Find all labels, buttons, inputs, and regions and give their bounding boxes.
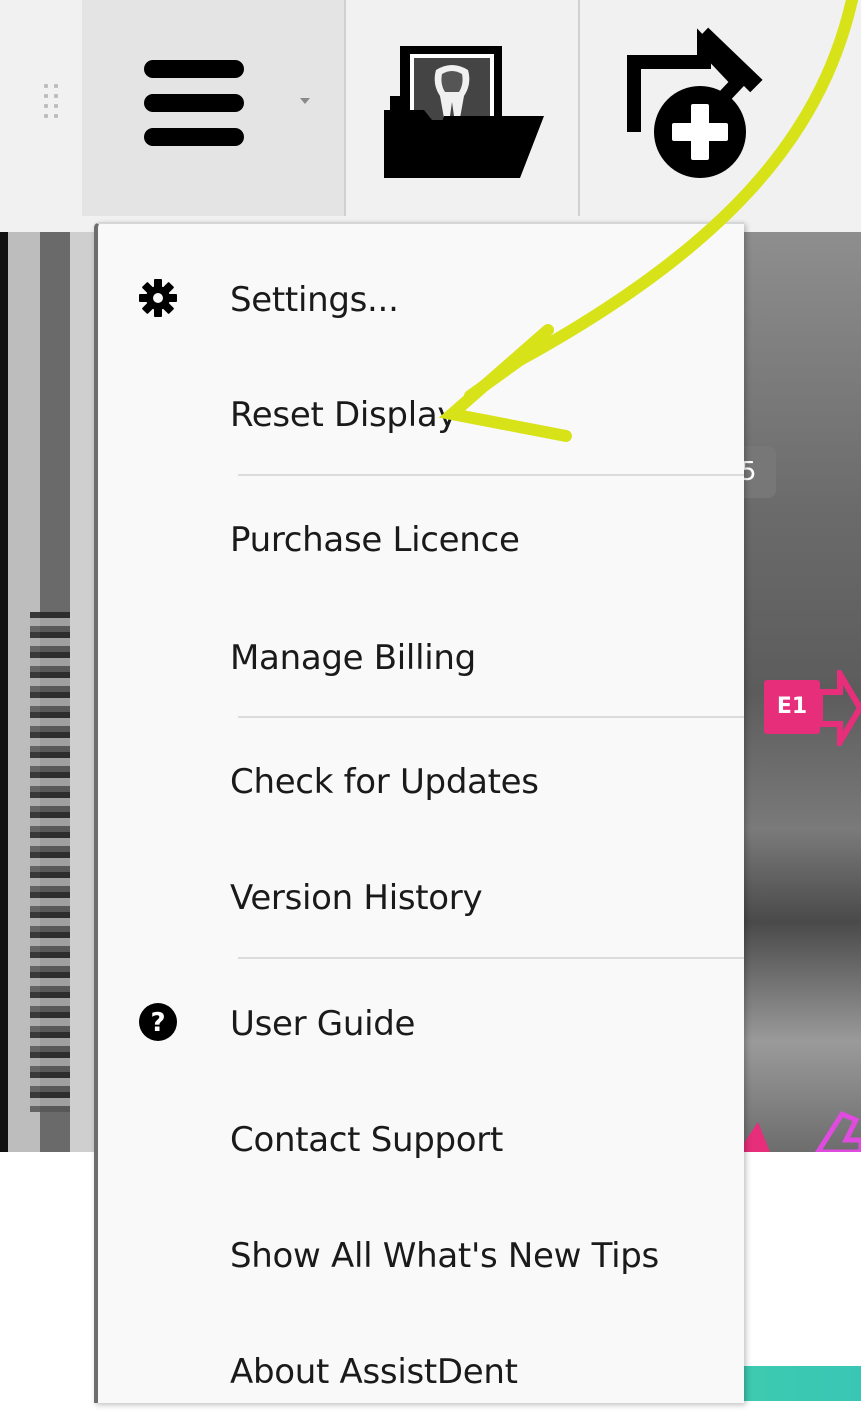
xray-image-panel[interactable] [0,232,96,1152]
finding-marker-e1[interactable]: E1 [764,680,820,734]
menu-item-label: Manage Billing [230,638,476,678]
menu-separator [238,957,744,959]
arrow-right-outline-icon [820,670,861,746]
menu-item-label: About AssistDent [230,1352,518,1392]
main-menu-button[interactable] [82,0,344,216]
menu-item-label: Contact Support [230,1120,503,1160]
open-xray-folder-icon[interactable] [384,40,544,180]
main-menu-dropdown: Settings... Reset Display Purchase Licen… [94,222,744,1403]
menu-item-label: Version History [230,878,483,918]
svg-text:?: ? [150,1008,165,1038]
gear-icon [139,279,177,317]
menu-item-label: User Guide [230,1004,416,1044]
menu-item-purchase-licence[interactable]: Purchase Licence [98,488,744,588]
menu-item-label: Settings... [230,280,399,320]
toolbar-grip-handle[interactable] [40,84,64,124]
menu-item-label: Purchase Licence [230,520,520,560]
xray-film-strip [30,612,70,1112]
menu-item-contact-support[interactable]: Contact Support [98,1088,744,1188]
menu-item-label: Show All What's New Tips [230,1236,659,1276]
menu-item-label: Reset Display [230,395,458,435]
menu-item-whats-new-tips[interactable]: Show All What's New Tips [98,1204,744,1304]
menu-item-check-for-updates[interactable]: Check for Updates [98,730,744,830]
menu-item-manage-billing[interactable]: Manage Billing [98,606,744,706]
toolbar [0,0,861,232]
menu-item-reset-display[interactable]: Reset Display [98,363,744,463]
chevron-down-icon [300,98,310,104]
toolbar-divider [344,0,346,216]
menu-separator [238,474,744,476]
menu-item-version-history[interactable]: Version History [98,846,744,946]
menu-item-settings[interactable]: Settings... [98,248,744,348]
toolbar-divider [578,0,580,216]
marker-arrows-icon [738,1110,861,1152]
menu-item-label: Check for Updates [230,762,539,802]
menu-separator [238,716,744,718]
menu-item-about[interactable]: About AssistDent [98,1320,744,1420]
menu-item-user-guide[interactable]: ? User Guide [98,972,744,1072]
new-export-icon[interactable] [620,22,790,192]
help-circle-icon: ? [139,1003,177,1041]
